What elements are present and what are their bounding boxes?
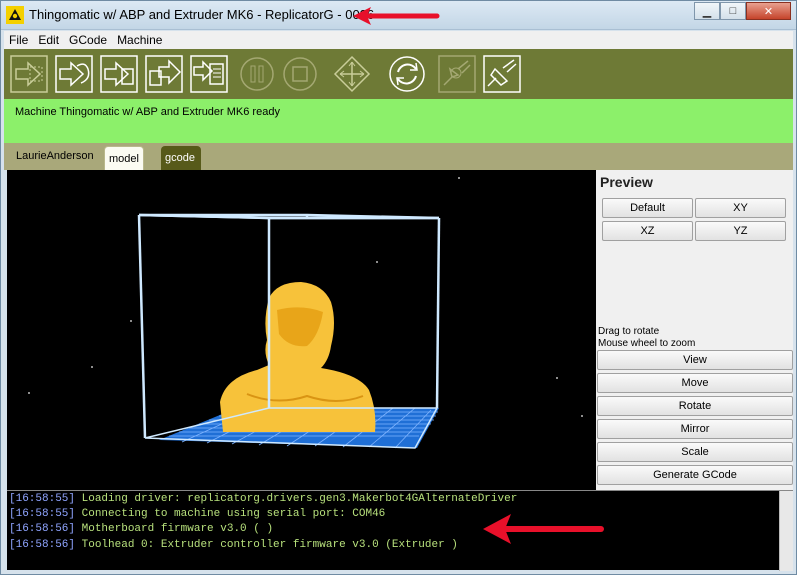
build-to-sd-button[interactable] bbox=[99, 53, 139, 95]
view-xz-button[interactable]: XZ bbox=[602, 221, 693, 241]
control-panel-button[interactable] bbox=[332, 53, 372, 95]
zoom-hint: Mouse wheel to zoom bbox=[598, 338, 696, 349]
view-button[interactable]: View bbox=[597, 350, 793, 370]
move-button[interactable]: Move bbox=[597, 373, 793, 393]
close-button[interactable]: ✕ bbox=[746, 2, 791, 20]
view-yz-button[interactable]: YZ bbox=[695, 221, 786, 241]
generate-gcode-button[interactable]: Generate GCode bbox=[597, 465, 793, 485]
menu-gcode[interactable]: GCode bbox=[64, 33, 112, 47]
status-message: Machine Thingomatic w/ ABP and Extruder … bbox=[15, 106, 280, 118]
rotate-hint: Drag to rotate bbox=[598, 326, 660, 337]
tab-gcode[interactable]: gcode bbox=[161, 146, 201, 170]
reset-icon bbox=[389, 56, 425, 92]
pause-button[interactable] bbox=[237, 53, 277, 95]
log-timestamp: [16:58:56] bbox=[9, 539, 76, 551]
file-name-label: LaurieAnderson bbox=[16, 150, 94, 162]
upload-button[interactable] bbox=[189, 53, 229, 95]
log-line: [16:58:55] Loading driver: replicatorg.d… bbox=[9, 493, 517, 505]
disconnect-button[interactable] bbox=[437, 53, 477, 95]
log-timestamp: [16:58:55] bbox=[9, 508, 76, 520]
pause-icon bbox=[240, 57, 274, 91]
maximize-button[interactable]: □ bbox=[720, 2, 746, 20]
preview-title: Preview bbox=[600, 174, 653, 190]
menu-file[interactable]: File bbox=[4, 33, 33, 47]
log-timestamp: [16:58:56] bbox=[9, 523, 76, 535]
stop-button[interactable] bbox=[280, 53, 320, 95]
build-to-file-button[interactable] bbox=[54, 53, 94, 95]
tab-model[interactable]: model bbox=[104, 146, 144, 170]
title-bar[interactable]: Thingomatic w/ ABP and Extruder MK6 - Re… bbox=[1, 1, 796, 30]
control-panel-icon bbox=[333, 55, 371, 93]
annotation-arrow-icon bbox=[483, 514, 604, 544]
playback-sd-button[interactable] bbox=[144, 53, 184, 95]
view-default-button[interactable]: Default bbox=[602, 198, 693, 218]
connect-icon bbox=[483, 55, 521, 93]
log-message: Toolhead 0: Extruder controller firmware… bbox=[81, 539, 458, 551]
build-icon bbox=[10, 55, 48, 93]
console-log[interactable]: [16:58:55] Loading driver: replicatorg.d… bbox=[7, 490, 793, 571]
log-message: Motherboard firmware v3.0 ( ) bbox=[81, 523, 274, 535]
disconnect-icon bbox=[438, 55, 476, 93]
status-panel: Machine Thingomatic w/ ABP and Extruder … bbox=[4, 99, 793, 143]
console-scrollbar[interactable] bbox=[779, 491, 793, 571]
log-message: Connecting to machine using serial port:… bbox=[81, 508, 386, 520]
build-to-file-icon bbox=[55, 55, 93, 93]
menu-machine[interactable]: Machine bbox=[112, 33, 167, 47]
3d-preview-viewport[interactable] bbox=[7, 170, 596, 490]
rotate-button[interactable]: Rotate bbox=[597, 396, 793, 416]
model-bust bbox=[220, 282, 376, 432]
log-message: Loading driver: replicatorg.drivers.gen3… bbox=[81, 493, 518, 505]
view-xy-button[interactable]: XY bbox=[695, 198, 786, 218]
menu-bar: File Edit GCode Machine bbox=[4, 31, 793, 49]
menu-edit[interactable]: Edit bbox=[33, 33, 64, 47]
build-to-sd-icon bbox=[100, 55, 138, 93]
tab-strip: LaurieAnderson model gcode bbox=[4, 143, 793, 170]
log-line: [16:58:55] Connecting to machine using s… bbox=[9, 508, 385, 520]
log-line: [16:58:56] Motherboard firmware v3.0 ( ) bbox=[9, 523, 273, 535]
minimize-button[interactable]: ▁ bbox=[694, 2, 720, 20]
toolbar bbox=[4, 49, 793, 99]
window-title: Thingomatic w/ ABP and Extruder MK6 - Re… bbox=[29, 7, 375, 22]
reset-button[interactable] bbox=[387, 53, 427, 95]
connect-button[interactable] bbox=[482, 53, 522, 95]
stop-icon bbox=[283, 57, 317, 91]
preview-scene bbox=[28, 177, 583, 449]
scale-button[interactable]: Scale bbox=[597, 442, 793, 462]
upload-icon bbox=[190, 55, 228, 93]
build-button[interactable] bbox=[9, 53, 49, 95]
window-controls: ▁ □ ✕ bbox=[694, 2, 791, 20]
replicatorg-logo-icon bbox=[6, 6, 24, 24]
playback-sd-icon bbox=[145, 55, 183, 93]
log-timestamp: [16:58:55] bbox=[9, 493, 76, 505]
log-line: [16:58:56] Toolhead 0: Extruder controll… bbox=[9, 539, 458, 551]
side-panel: Preview Default XY XZ YZ Drag to rotate … bbox=[596, 170, 793, 490]
mirror-button[interactable]: Mirror bbox=[597, 419, 793, 439]
app-window: Thingomatic w/ ABP and Extruder MK6 - Re… bbox=[0, 0, 797, 575]
annotation-arrow-icon bbox=[353, 7, 440, 25]
